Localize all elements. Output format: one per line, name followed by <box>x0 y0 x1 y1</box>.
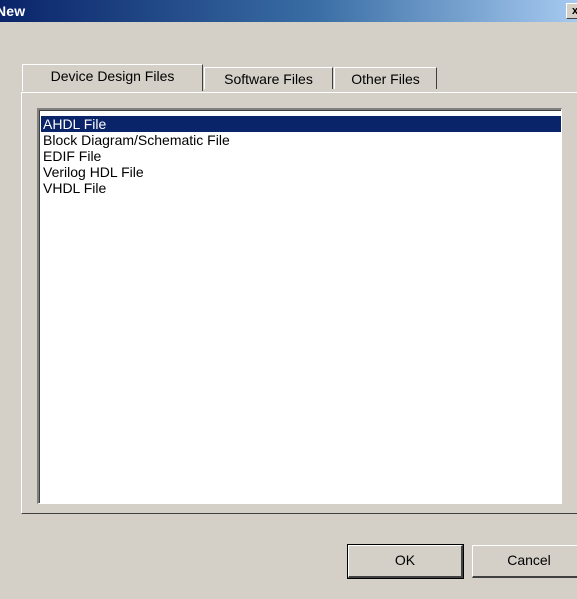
tab-software-files[interactable]: Software Files <box>204 67 333 89</box>
tab-label: Other Files <box>351 71 420 87</box>
new-file-dialog: New x Device Design Files Software Files… <box>0 0 577 599</box>
list-item-block-diagram-schematic-file[interactable]: Block Diagram/Schematic File <box>41 132 561 148</box>
file-type-listbox[interactable]: AHDL File Block Diagram/Schematic File E… <box>37 108 562 504</box>
list-item-verilog-hdl-file[interactable]: Verilog HDL File <box>41 164 561 180</box>
cancel-button[interactable]: Cancel <box>472 545 577 578</box>
tab-label: Device Design Files <box>50 68 175 84</box>
tab-device-design-files[interactable]: Device Design Files <box>22 64 203 91</box>
title-bar[interactable]: New x <box>0 0 577 22</box>
list-item-ahdl-file[interactable]: AHDL File <box>41 116 561 132</box>
listbox-frame: AHDL File Block Diagram/Schematic File E… <box>39 110 561 503</box>
list-item-edif-file[interactable]: EDIF File <box>41 148 561 164</box>
window-title: New <box>0 3 26 19</box>
close-icon: x <box>571 5 577 17</box>
tab-label: Software Files <box>224 71 313 87</box>
list-item-vhdl-file[interactable]: VHDL File <box>41 180 561 196</box>
tab-other-files[interactable]: Other Files <box>334 67 437 89</box>
ok-button[interactable]: OK <box>347 544 464 579</box>
file-type-list: AHDL File Block Diagram/Schematic File E… <box>40 116 561 196</box>
close-button[interactable]: x <box>566 3 577 19</box>
